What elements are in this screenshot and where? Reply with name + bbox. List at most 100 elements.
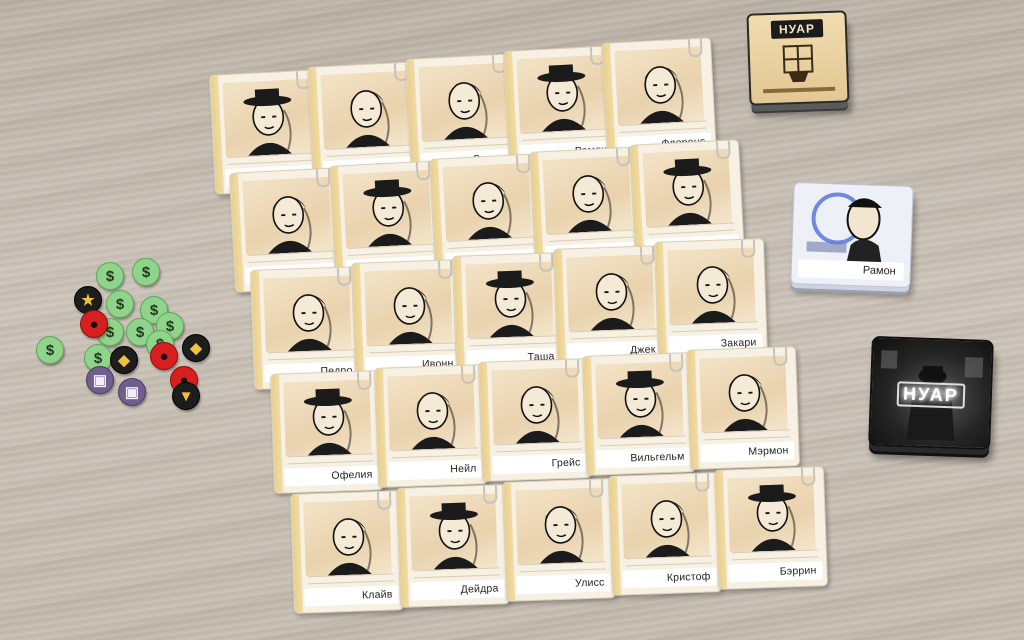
paperclip-icon xyxy=(687,37,703,58)
character-card[interactable]: Таша xyxy=(451,252,567,376)
bomb-token[interactable]: ● xyxy=(80,310,108,338)
paperclip-icon xyxy=(800,466,816,486)
card-notes-lines xyxy=(469,335,557,347)
paperclip-icon xyxy=(772,346,788,366)
paperclip-icon xyxy=(336,266,352,286)
dollar-icon: $ xyxy=(115,295,125,313)
suspect-name: Рамон xyxy=(797,259,905,281)
card-edge-strip xyxy=(608,476,622,595)
paperclip-icon xyxy=(376,490,392,510)
card-notes-lines xyxy=(495,441,583,453)
paperclip-icon xyxy=(538,252,554,272)
card-edge-strip xyxy=(478,362,492,481)
card-edge-strip xyxy=(714,470,728,589)
character-portrait-icon xyxy=(614,46,705,126)
dollar-icon: $ xyxy=(141,263,151,281)
star-icon: ★ xyxy=(81,291,95,309)
fangs-token[interactable]: ▼ xyxy=(172,382,200,410)
character-portrait-icon xyxy=(621,481,710,559)
paperclip-icon xyxy=(564,358,580,378)
dollar-icon: $ xyxy=(105,267,115,285)
card-notes-lines xyxy=(519,561,607,573)
card-edge-strip xyxy=(290,494,304,613)
bomb-icon: ● xyxy=(159,347,169,365)
dollar-token[interactable]: $ xyxy=(36,336,64,364)
paperclip-icon xyxy=(588,478,604,498)
character-portrait-icon xyxy=(699,355,788,433)
card-notes-lines xyxy=(267,349,355,361)
character-card[interactable]: Бэррин xyxy=(713,466,829,590)
card-edge-strip xyxy=(250,270,264,389)
character-portrait-icon xyxy=(409,493,498,571)
card-notes-lines xyxy=(413,567,501,579)
character-portrait-icon xyxy=(515,487,604,565)
character-card[interactable]: Грейс xyxy=(477,358,593,482)
character-name: Нейл xyxy=(388,459,483,481)
character-name: Улисс xyxy=(516,573,611,595)
paperclip-icon xyxy=(356,370,372,390)
character-portrait-icon xyxy=(320,70,411,150)
card-edge-strip xyxy=(270,374,284,493)
character-card[interactable]: Клайв xyxy=(289,490,405,614)
gem-icon: ◆ xyxy=(118,351,130,369)
paperclip-icon xyxy=(694,472,710,492)
chest-token[interactable]: ▣ xyxy=(86,366,114,394)
character-card[interactable]: Джек xyxy=(552,245,668,369)
character-portrait-icon xyxy=(442,162,533,242)
character-card[interactable]: Вильгельм xyxy=(581,352,697,476)
character-card[interactable]: Ивонн xyxy=(350,259,466,383)
character-portrait-icon xyxy=(303,499,392,577)
card-edge-strip xyxy=(582,356,596,475)
card-edge-strip xyxy=(374,368,388,487)
character-card[interactable]: Кристоф xyxy=(607,472,723,596)
paperclip-icon xyxy=(740,238,756,258)
character-portrait-icon xyxy=(342,169,433,249)
dark-deck[interactable]: НУАР xyxy=(868,335,994,451)
character-card[interactable]: Дейдра xyxy=(395,484,511,608)
character-card[interactable]: Улисс xyxy=(501,478,617,602)
character-card[interactable]: Офелия xyxy=(269,370,385,494)
character-portrait-icon xyxy=(222,78,313,158)
character-portrait-icon xyxy=(667,247,756,325)
fangs-icon: ▼ xyxy=(178,387,194,405)
character-card[interactable]: Закари xyxy=(653,238,769,362)
dollar-icon: $ xyxy=(45,341,55,359)
character-portrait-icon xyxy=(542,155,633,235)
paperclip-icon xyxy=(482,484,498,504)
character-name: Клайв xyxy=(304,585,399,607)
chest-icon: ▣ xyxy=(92,371,108,389)
chest-token[interactable]: ▣ xyxy=(118,378,146,406)
character-name: Вильгельм xyxy=(596,447,691,469)
character-portrait-icon xyxy=(242,176,333,256)
character-portrait-icon xyxy=(465,261,554,339)
card-edge-strip xyxy=(502,482,516,601)
character-portrait-icon xyxy=(387,373,476,451)
character-card[interactable]: Мэрмон xyxy=(685,346,801,470)
deck-back[interactable]: НУАР xyxy=(746,10,850,106)
character-name: Кристоф xyxy=(622,567,717,589)
bomb-token[interactable]: ● xyxy=(150,342,178,370)
character-name: Грейс xyxy=(492,453,587,475)
card-notes-lines xyxy=(570,328,658,340)
paperclip-icon xyxy=(437,259,453,279)
card-edge-strip xyxy=(654,242,668,361)
dollar-token[interactable]: $ xyxy=(132,258,160,286)
card-notes-lines xyxy=(391,447,479,459)
paperclip-icon xyxy=(639,245,655,265)
card-edge-strip xyxy=(553,249,567,368)
dollar-token[interactable]: $ xyxy=(106,290,134,318)
gem-icon: ◆ xyxy=(190,339,202,357)
card-edge-strip xyxy=(686,350,700,469)
card-notes-lines xyxy=(307,573,395,585)
gem-token[interactable]: ◆ xyxy=(110,346,138,374)
character-portrait-icon xyxy=(263,275,352,353)
dollar-token[interactable]: $ xyxy=(96,262,124,290)
paperclip-icon xyxy=(460,364,476,384)
card-edge-strip xyxy=(396,488,410,607)
character-card[interactable]: Нейл xyxy=(373,364,489,488)
card-notes-lines xyxy=(703,429,791,441)
suspect-card[interactable]: Рамон xyxy=(790,181,914,289)
bomb-icon: ● xyxy=(89,315,99,333)
gem-token[interactable]: ◆ xyxy=(182,334,210,362)
card-notes-lines xyxy=(625,555,713,567)
